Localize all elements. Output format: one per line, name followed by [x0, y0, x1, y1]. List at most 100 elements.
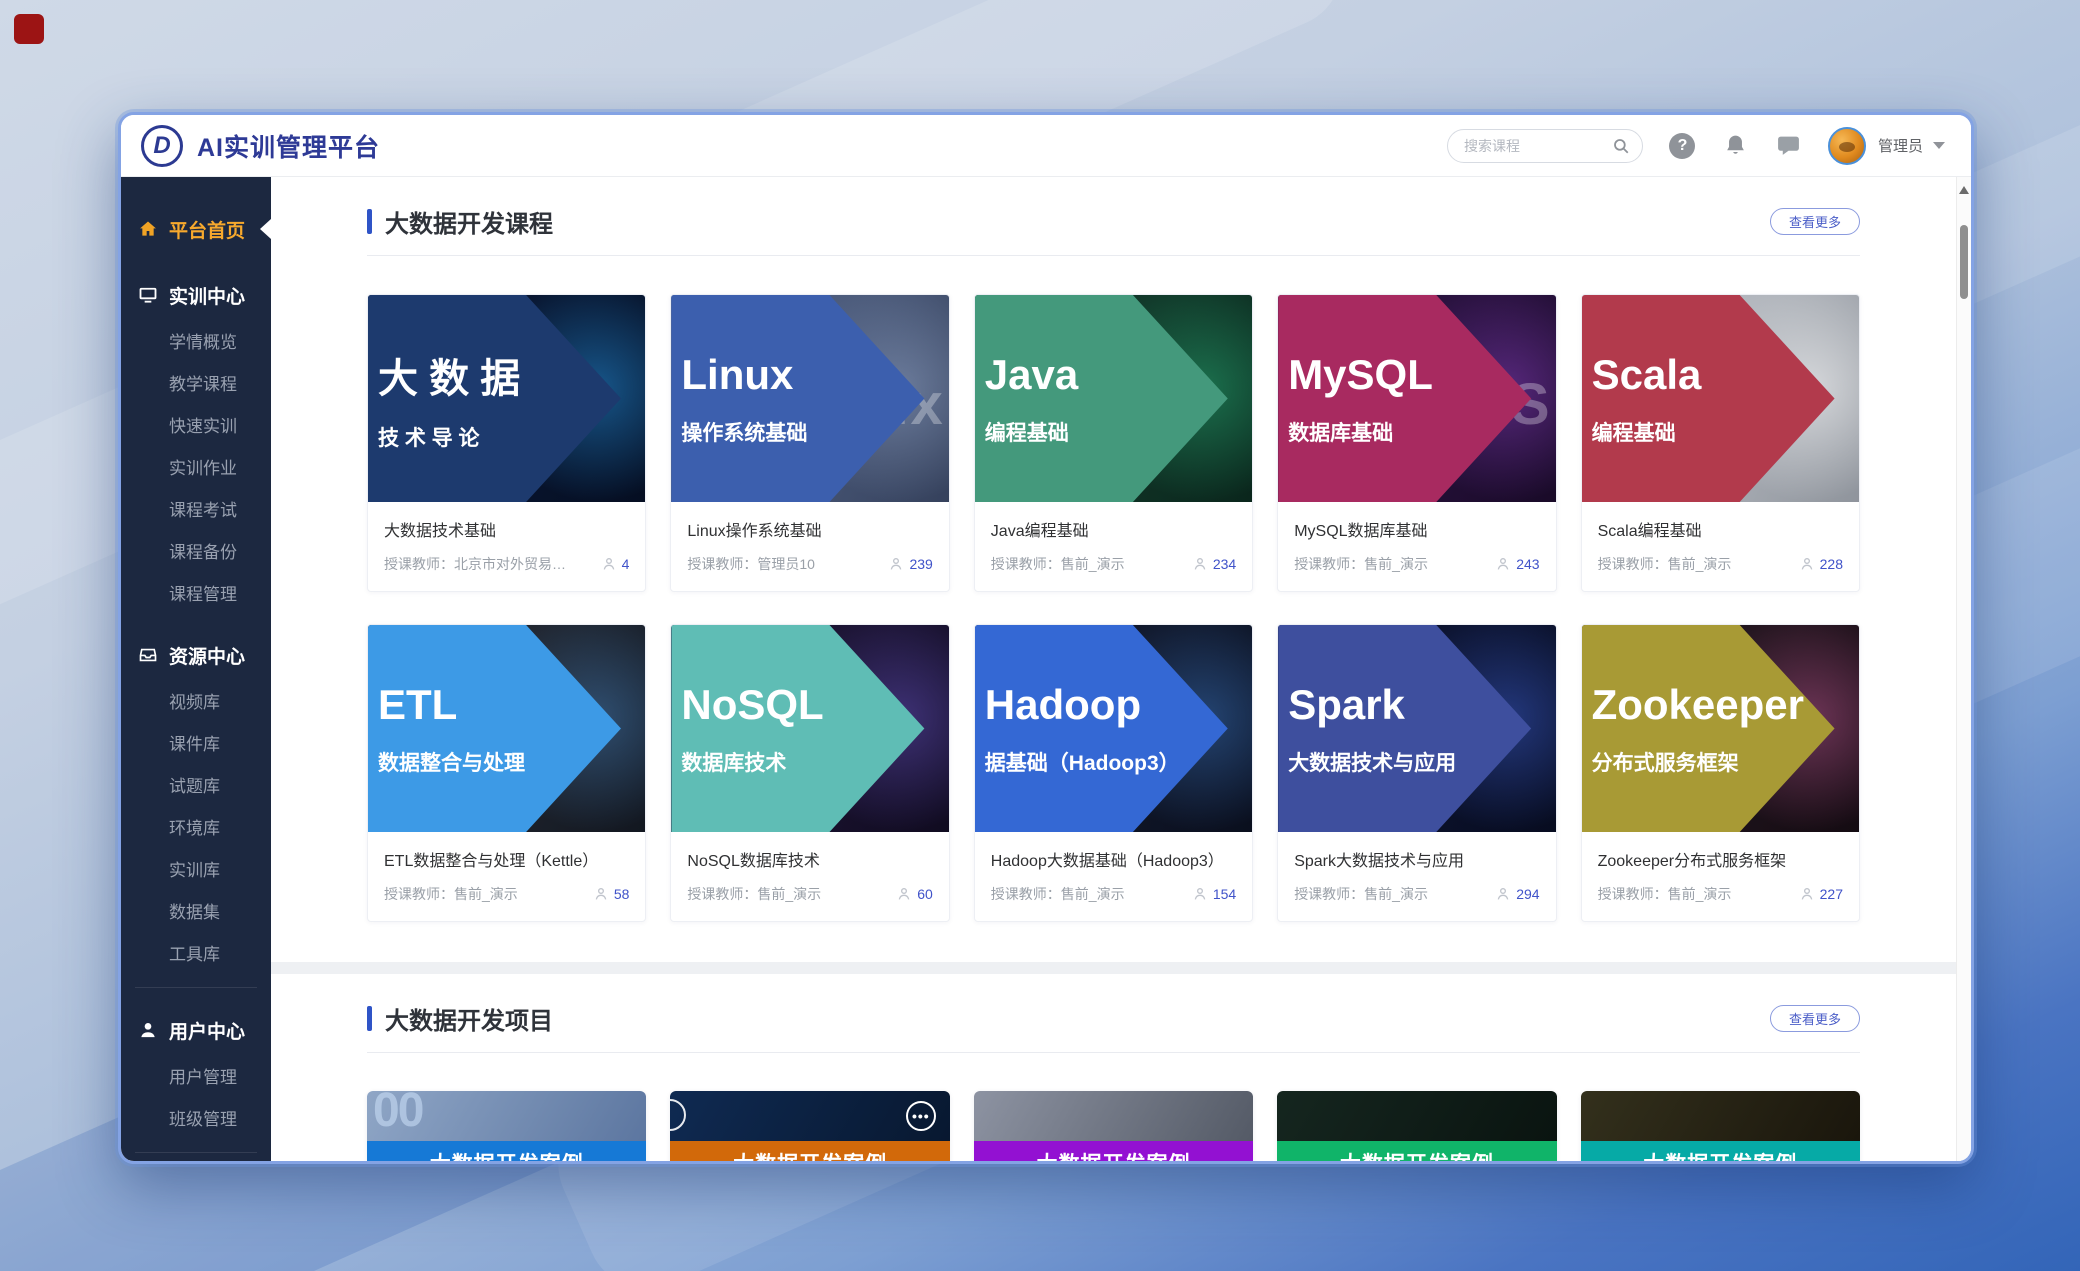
project-card[interactable]: 00 大数据开发案例	[367, 1091, 646, 1161]
monitor-icon	[138, 285, 158, 305]
project-card[interactable]: •••大数据开发案例	[670, 1091, 949, 1161]
view-count-value: 4	[622, 556, 630, 572]
course-card[interactable]: Spark大数据技术与应用Spark大数据技术与应用授课教师：售前_演示294	[1277, 624, 1556, 922]
sidebar-subitem[interactable]: 课程备份	[121, 529, 271, 571]
course-card[interactable]: inuxLinux操作系统基础Linux操作系统基础授课教师：管理员10239	[670, 294, 949, 592]
sidebar-subitem[interactable]: 用户管理	[121, 1054, 271, 1096]
course-cover: Hadoop据基础（Hadoop3）	[975, 625, 1252, 832]
search-icon[interactable]	[1612, 137, 1630, 155]
course-teacher: 授课教师：售前_演示	[1294, 554, 1428, 574]
project-card[interactable]: 大数据开发案例	[1581, 1091, 1860, 1161]
sidebar-subitem[interactable]: 试题库	[121, 763, 271, 805]
course-cover: inuxLinux操作系统基础	[671, 295, 948, 502]
course-card[interactable]: MySMySQL数据库基础MySQL数据库基础授课教师：售前_演示243	[1277, 294, 1556, 592]
photo-circle-decoration	[670, 1099, 686, 1131]
course-card[interactable]: ETL数据整合与处理ETL数据整合与处理（Kettle）授课教师：售前_演示58	[367, 624, 646, 922]
sidebar-subitem[interactable]: 课件库	[121, 721, 271, 763]
sidebar-item-user-center[interactable]: 用户中心	[121, 1006, 271, 1054]
view-more-projects-button[interactable]: 查看更多	[1770, 1005, 1860, 1032]
course-cover: NoSQL数据库技术	[671, 625, 948, 832]
person-icon	[1192, 556, 1208, 572]
person-icon	[593, 886, 609, 902]
sidebar-subitem[interactable]: 课程考试	[121, 487, 271, 529]
sidebar-subitem[interactable]: 环境库	[121, 805, 271, 847]
course-card[interactable]: Java编程基础Java编程基础授课教师：售前_演示234	[974, 294, 1253, 592]
sidebar-subitem[interactable]: 教学课程	[121, 361, 271, 403]
course-teacher: 授课教师：售前_演示	[687, 884, 821, 904]
section-title-courses: 大数据开发课程	[367, 204, 553, 239]
course-title: Zookeeper分布式服务框架	[1598, 847, 1843, 871]
person-icon	[888, 556, 904, 572]
sidebar-subitem[interactable]: 学情概览	[121, 319, 271, 361]
ellipsis-circle-icon: •••	[906, 1101, 936, 1131]
sidebar-subitem[interactable]: 视频库	[121, 679, 271, 721]
course-title: MySQL数据库基础	[1294, 517, 1539, 541]
sidebar-item-resource-center[interactable]: 资源中心	[121, 631, 271, 679]
course-card-row: 大 数 据技 术 导 论大数据技术基础授课教师：北京市对外贸易学校教...4in…	[367, 294, 1860, 592]
section-divider	[367, 1052, 1860, 1053]
caret-down-icon[interactable]	[1933, 142, 1945, 149]
sidebar-group-home: 平台首页	[121, 205, 271, 253]
project-banner: 大数据开发案例	[367, 1141, 646, 1161]
home-icon	[138, 219, 158, 239]
main-content: 大数据开发课程 查看更多 大 数 据技 术 导 论大数据技术基础授课教师：北京市…	[271, 177, 1971, 1161]
sidebar-subitem[interactable]: 班级管理	[121, 1096, 271, 1138]
course-view-count: 243	[1495, 556, 1539, 572]
project-photo	[974, 1091, 1253, 1141]
course-cover: ETL数据整合与处理	[368, 625, 645, 832]
bell-icon[interactable]	[1722, 132, 1749, 159]
help-icon[interactable]: ?	[1669, 132, 1696, 159]
photo-overlay-text: 00	[373, 1091, 422, 1138]
app-header: D AI实训管理平台 ?	[121, 115, 1971, 177]
sidebar-subitem[interactable]: 快速实训	[121, 403, 271, 445]
course-card[interactable]: Hadoop据基础（Hadoop3）Hadoop大数据基础（Hadoop3）授课…	[974, 624, 1253, 922]
sidebar-item-home[interactable]: 平台首页	[121, 205, 271, 253]
view-count-value: 58	[614, 886, 630, 902]
course-card[interactable]: Zookeeper分布式服务框架Zookeeper分布式服务框架授课教师：售前_…	[1581, 624, 1860, 922]
project-banner: 大数据开发案例	[1581, 1141, 1860, 1161]
user-name: 管理员	[1878, 135, 1923, 156]
course-title: Hadoop大数据基础（Hadoop3）	[991, 847, 1236, 871]
title-accent-bar	[367, 1006, 372, 1031]
section-divider	[367, 255, 1860, 256]
view-count-value: 234	[1213, 556, 1236, 572]
view-count-value: 227	[1820, 886, 1843, 902]
project-card[interactable]: 大数据开发案例	[1277, 1091, 1556, 1161]
sidebar-group-user-center: 用户中心用户管理班级管理	[121, 1006, 271, 1138]
sidebar-subitem[interactable]: 实训库	[121, 847, 271, 889]
app-logo-icon: D	[141, 125, 183, 167]
sidebar-subitem[interactable]: 工具库	[121, 931, 271, 973]
recording-indicator	[14, 14, 44, 44]
course-teacher: 授课教师：售前_演示	[1598, 554, 1732, 574]
course-view-count: 234	[1192, 556, 1236, 572]
view-count-value: 60	[917, 886, 933, 902]
scroll-up-arrow[interactable]	[1959, 186, 1969, 194]
course-card[interactable]: NoSQL数据库技术NoSQL数据库技术授课教师：售前_演示60	[670, 624, 949, 922]
course-view-count: 227	[1799, 886, 1843, 902]
course-card[interactable]: Scala编程基础Scala编程基础授课教师：售前_演示228	[1581, 294, 1860, 592]
projects-section: 大数据开发项目 查看更多 00大数据开发案例•••大数据开发案例大数据开发案例大…	[271, 974, 1956, 1161]
chat-icon[interactable]	[1775, 132, 1802, 159]
scrollbar[interactable]	[1956, 177, 1971, 1161]
project-card[interactable]: 大数据开发案例	[974, 1091, 1253, 1161]
view-more-courses-button[interactable]: 查看更多	[1770, 208, 1860, 235]
sidebar-subitem[interactable]: 实训作业	[121, 445, 271, 487]
course-view-count: 60	[896, 886, 933, 902]
sidebar-subitem[interactable]: 课程管理	[121, 571, 271, 613]
sidebar-divider	[135, 1152, 257, 1153]
search-box	[1447, 129, 1643, 163]
desktop-background: D AI实训管理平台 ?	[0, 0, 2080, 1271]
scrollbar-thumb[interactable]	[1960, 225, 1968, 299]
avatar[interactable]	[1828, 127, 1866, 165]
project-banner: 大数据开发案例	[974, 1141, 1253, 1161]
person-icon	[1495, 556, 1511, 572]
sidebar-group-training-center: 实训中心学情概览教学课程快速实训实训作业课程考试课程备份课程管理	[121, 271, 271, 613]
sidebar-subitem[interactable]: 数据集	[121, 889, 271, 931]
sidebar-item-training-center[interactable]: 实训中心	[121, 271, 271, 319]
course-card[interactable]: 大 数 据技 术 导 论大数据技术基础授课教师：北京市对外贸易学校教...4	[367, 294, 646, 592]
person-icon	[1495, 886, 1511, 902]
inbox-icon	[138, 645, 158, 665]
view-count-value: 154	[1213, 886, 1236, 902]
course-cover: 大 数 据技 术 导 论	[368, 295, 645, 502]
course-view-count: 58	[593, 886, 630, 902]
